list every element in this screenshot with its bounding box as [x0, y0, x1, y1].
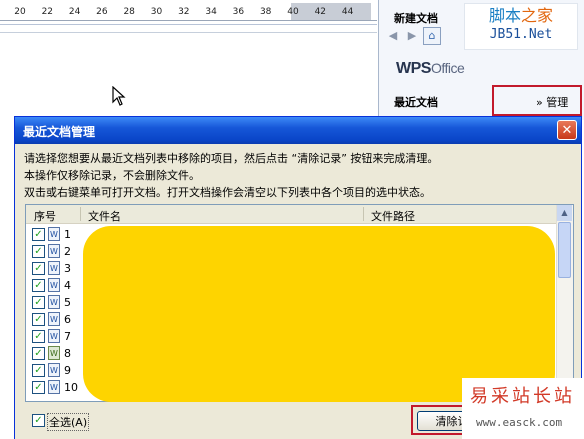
column-divider[interactable]: [363, 207, 364, 221]
row-number: 3: [64, 262, 71, 275]
ruler-number: 36: [232, 7, 245, 17]
document-icon: W: [48, 227, 60, 241]
ruler-number: 28: [123, 7, 135, 17]
row-checkbox[interactable]: ✓: [32, 296, 45, 309]
dialog-title: 最近文档管理: [23, 125, 96, 139]
easck-watermark: 易采站长站 www.easck.com: [462, 378, 584, 439]
document-icon: W: [48, 244, 60, 258]
document-icon: W: [48, 380, 60, 394]
checkmark-icon[interactable]: ✓: [32, 414, 45, 427]
ruler-number: 38: [259, 7, 272, 17]
vertical-scrollbar[interactable]: ▲: [556, 205, 573, 401]
document-icon: W: [48, 261, 60, 275]
site-logo-part-a: 脚本: [488, 6, 521, 25]
scroll-up-icon[interactable]: ▲: [557, 205, 572, 221]
row-checkbox[interactable]: ✓: [32, 262, 45, 275]
back-arrow-icon[interactable]: ◀: [385, 28, 401, 44]
document-icon: W: [48, 346, 60, 360]
scroll-thumb[interactable]: [558, 222, 571, 278]
column-filename[interactable]: 文件名: [88, 208, 121, 224]
close-button[interactable]: ✕: [557, 120, 577, 140]
site-logo-part-b: 之家: [521, 6, 554, 25]
column-divider[interactable]: [80, 207, 81, 221]
document-icon: W: [48, 312, 60, 326]
ruler-number: 32: [178, 7, 190, 17]
ruler-number: 40: [287, 7, 299, 17]
row-number: 2: [64, 245, 71, 258]
row-number: 8: [64, 347, 71, 360]
document-icon: W: [48, 363, 60, 377]
row-checkbox[interactable]: ✓: [32, 279, 45, 292]
document-icon: W: [48, 278, 60, 292]
redaction-overlay: [83, 226, 555, 402]
forward-arrow-icon[interactable]: ▶: [404, 28, 420, 44]
info-line-3: 双击或右键菜单可打开文档。打开文档操作会清空以下列表中各个项目的选中状态。: [24, 186, 431, 199]
column-filepath[interactable]: 文件路径: [371, 208, 415, 224]
row-number: 5: [64, 296, 71, 309]
row-number: 6: [64, 313, 71, 326]
horizontal-ruler: 20 22 24 26 28 30 32 34 36 38 40 42 44: [0, 0, 377, 25]
manage-link[interactable]: » 管理: [536, 94, 568, 110]
watermark-title: 易采站长站: [470, 386, 575, 407]
task-pane-nav: ◀ ▶ ⌂: [385, 27, 465, 45]
row-checkbox[interactable]: ✓: [32, 364, 45, 377]
row-checkbox[interactable]: ✓: [32, 347, 45, 360]
ruler-number: 44: [341, 7, 354, 17]
row-checkbox[interactable]: ✓: [32, 381, 45, 394]
ruler-number: 24: [68, 7, 81, 17]
wps-office-logo: WPSOffice: [396, 60, 465, 78]
row-number: 4: [64, 279, 71, 292]
wps-logo-brand: WPS: [396, 60, 431, 77]
row-checkbox[interactable]: ✓: [32, 330, 45, 343]
site-logo-line2: JB51.Net: [489, 27, 553, 42]
wps-logo-product: Office: [430, 60, 465, 76]
site-logo-line1: 脚本之家: [465, 7, 577, 25]
ruler-number: 30: [150, 7, 163, 17]
ruler-number: 26: [96, 7, 108, 17]
task-pane-title: 新建文档: [394, 12, 438, 25]
recent-documents-label: 最近文档: [394, 96, 438, 109]
watermark-url: www.easck.com: [476, 416, 563, 429]
select-all-label[interactable]: 全选(A): [47, 413, 90, 431]
document-top-border: [0, 32, 377, 33]
column-index[interactable]: 序号: [34, 208, 56, 224]
dialog-title-bar[interactable]: 最近文档管理 ✕: [15, 117, 581, 144]
ruler-number: 22: [41, 7, 54, 17]
info-line-1: 请选择您想要从最近文档列表中移除的项目，然后点击 “清除记录” 按钮来完成清理。: [24, 152, 439, 165]
jb51-site-logo: 脚本之家 JB51.Net: [464, 3, 578, 50]
list-header: 序号 文件名 文件路径: [26, 205, 558, 224]
row-number: 7: [64, 330, 71, 343]
mouse-pointer-icon: [112, 86, 126, 106]
manage-highlight-box: » 管理: [492, 85, 582, 116]
ruler-baseline: [0, 20, 377, 21]
row-number: 1: [64, 228, 71, 241]
home-icon[interactable]: ⌂: [423, 27, 441, 45]
ruler-number: 34: [205, 7, 217, 17]
document-icon: W: [48, 329, 60, 343]
document-icon: W: [48, 295, 60, 309]
info-line-2: 本操作仅移除记录，不会删除文件。: [24, 169, 200, 182]
ruler-number: 42: [314, 7, 327, 17]
row-number: 10: [64, 381, 78, 394]
row-checkbox[interactable]: ✓: [32, 228, 45, 241]
ruler-number: 20: [14, 7, 26, 17]
row-checkbox[interactable]: ✓: [32, 245, 45, 258]
row-number: 9: [64, 364, 71, 377]
row-checkbox[interactable]: ✓: [32, 313, 45, 326]
